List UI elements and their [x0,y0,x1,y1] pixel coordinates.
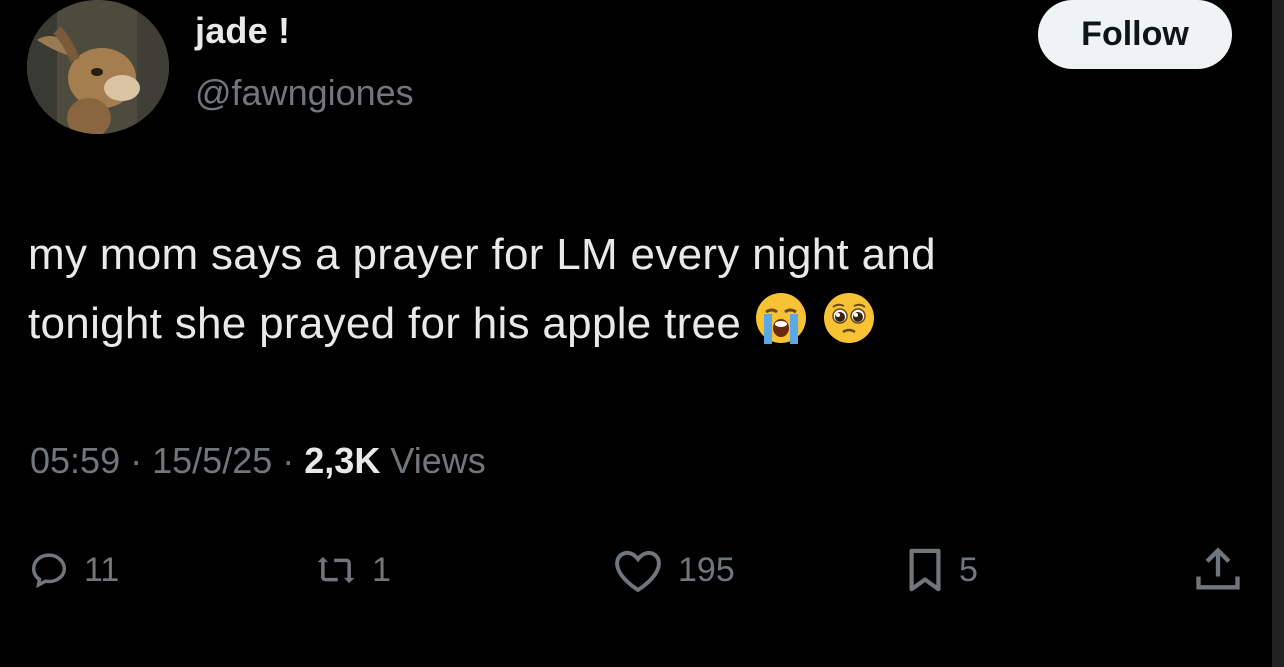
fawn-avatar-image [27,0,169,134]
tweet-line-2-text: tonight she prayed for his apple tree [28,299,742,348]
avatar[interactable] [27,0,169,134]
bookmark-count: 5 [959,550,978,589]
views-label: Views [390,440,486,481]
follow-button[interactable]: Follow [1038,0,1232,69]
views-count: 2,3K [304,440,381,481]
tweet-line-2: tonight she prayed for his apple tree [28,289,1178,366]
tweet-time[interactable]: 05:59 [30,440,120,481]
separator: · [130,440,143,481]
like-button[interactable]: 195 [612,535,735,605]
share-button[interactable] [1192,535,1244,605]
loudly-crying-face-emoji [753,290,809,366]
repost-count: 1 [372,550,391,589]
tweet-date[interactable]: 15/5/25 [152,440,272,481]
user-handle[interactable]: @fawngiones [195,72,414,114]
repost-icon [317,556,355,584]
bookmark-icon [909,548,941,592]
reply-icon [31,553,67,589]
display-name[interactable]: jade ! [195,10,290,52]
separator: · [282,440,295,481]
pleading-face-emoji [821,290,877,366]
share-icon [1196,547,1240,590]
reply-count: 11 [84,550,120,589]
reply-button[interactable]: 11 [28,535,119,605]
heart-icon [615,550,661,593]
repost-button[interactable]: 1 [314,535,391,605]
action-bar: 11 1 195 5 [0,535,1284,605]
bookmark-button[interactable]: 5 [905,535,978,605]
tweet-line-1: my mom says a prayer for LM every night … [28,230,936,279]
tweet-metadata: 05:59 · 15/5/25 · 2,3K Views [30,440,486,482]
like-count: 195 [678,550,735,589]
tweet-text: my mom says a prayer for LM every night … [28,220,1178,366]
